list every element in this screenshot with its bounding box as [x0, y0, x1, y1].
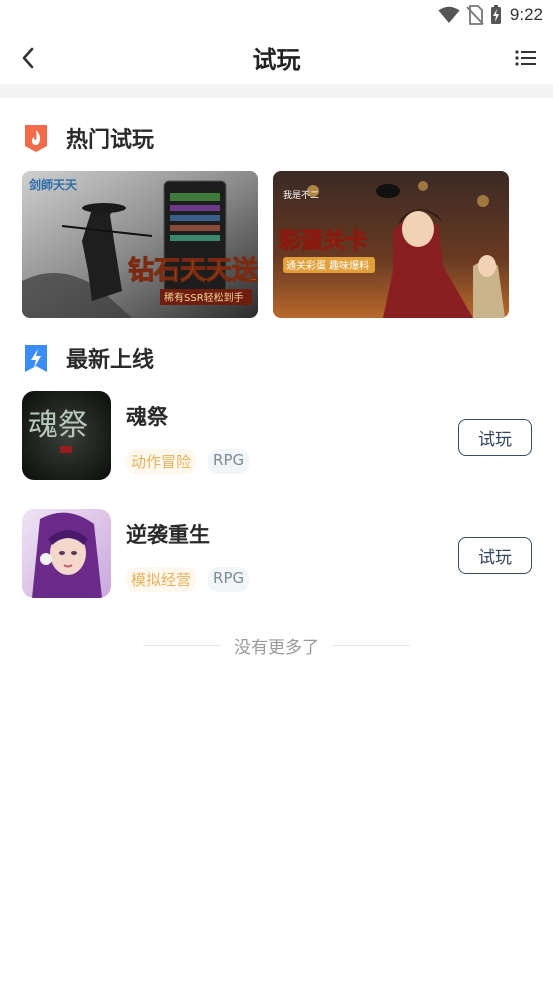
try-button[interactable]: 试玩 — [458, 419, 532, 456]
game-icon-nixi[interactable] — [22, 509, 111, 598]
genre-tag: 动作冒险 — [126, 449, 197, 474]
list-icon — [515, 50, 536, 66]
status-bar: 9:22 — [0, 0, 553, 30]
banner-1-logo: 剑師天天 — [28, 177, 78, 192]
banner-2-art: 我是不二 彩蛋关卡 通关彩蛋 趣味爆料 — [273, 171, 509, 318]
list-item[interactable]: 魂祭 魂祭 动作冒险 RPG 试玩 — [22, 391, 532, 481]
hot-banner-2[interactable]: 我是不二 彩蛋关卡 通关彩蛋 趣味爆料 — [273, 171, 509, 318]
new-section-title: 最新上线 — [66, 348, 155, 373]
try-button[interactable]: 试玩 — [458, 537, 532, 574]
hot-banner-1[interactable]: 剑師天天 钻石天天送 稀有SSR轻松到手 — [22, 171, 258, 318]
game-tags: 模拟经营 RPG — [126, 567, 250, 592]
game-icon-hunji[interactable]: 魂祭 — [22, 391, 111, 480]
list-item[interactable]: 逆袭重生 模拟经营 RPG 试玩 — [22, 509, 532, 599]
wifi-icon — [438, 6, 460, 23]
divider-line — [143, 644, 221, 646]
flame-icon — [25, 125, 47, 152]
banner-2-subline: 通关彩蛋 趣味爆料 — [286, 259, 369, 272]
banner-1-art: 剑師天天 钻石天天送 稀有SSR轻松到手 — [22, 171, 258, 318]
menu-button[interactable] — [513, 45, 539, 71]
nav-bar: 试玩 — [0, 30, 553, 84]
banner-2-headline: 彩蛋关卡 — [278, 229, 367, 254]
game-name: 魂祭 — [126, 405, 168, 429]
battery-charging-icon — [490, 5, 501, 24]
divider-line — [332, 644, 410, 646]
status-icons: 9:22 — [438, 4, 543, 26]
no-sim-icon — [466, 5, 484, 25]
page-title: 试玩 — [252, 46, 301, 74]
type-tag: RPG — [208, 449, 250, 474]
hot-banners: 剑師天天 钻石天天送 稀有SSR轻松到手 我是不二 彩蛋关卡 通关彩蛋 趣味爆料 — [22, 171, 509, 318]
hot-section-header: 热门试玩 — [22, 121, 154, 155]
genre-tag: 模拟经营 — [126, 567, 197, 592]
game-tags: 动作冒险 RPG — [126, 449, 250, 474]
game-icon-nixi-art — [22, 509, 111, 598]
game-icon-hunji-text: 魂祭 — [28, 408, 88, 443]
banner-1-subline: 稀有SSR轻松到手 — [164, 291, 244, 304]
banner-1-headline: 钻石天天送 — [128, 256, 258, 286]
no-more-footer: 没有更多了 — [0, 632, 553, 658]
lightning-bookmark-icon — [25, 345, 47, 372]
header-divider — [0, 84, 553, 98]
no-more-text: 没有更多了 — [234, 637, 319, 658]
game-name: 逆袭重生 — [126, 523, 210, 547]
type-tag: RPG — [208, 567, 250, 592]
new-section-header: 最新上线 — [22, 341, 154, 375]
game-icon-hunji-art: 魂祭 — [22, 391, 111, 480]
hot-section-title: 热门试玩 — [66, 128, 155, 153]
banner-2-logo: 我是不二 — [283, 190, 319, 201]
status-time: 9:22 — [509, 5, 543, 24]
